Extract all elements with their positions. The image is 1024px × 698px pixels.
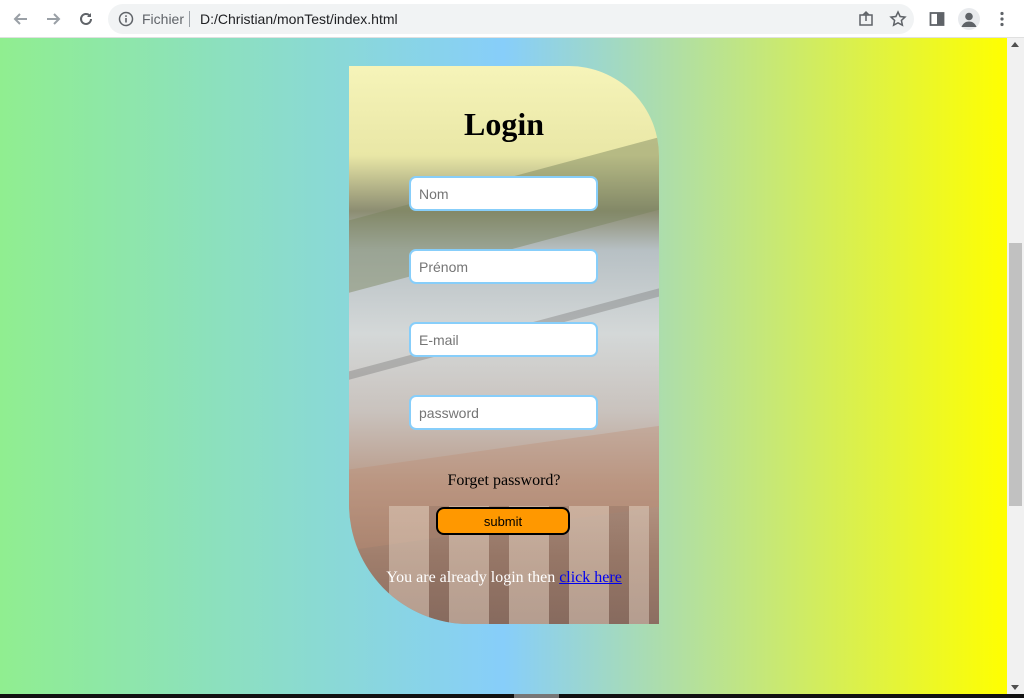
login-card: Login Forget password? submit You are al… xyxy=(349,66,659,624)
address-bar[interactable]: Fichier D:/Christian/monTest/index.html xyxy=(108,4,914,34)
click-here-link[interactable]: click here xyxy=(559,569,622,586)
submit-button[interactable]: submit xyxy=(436,507,570,535)
password-field[interactable] xyxy=(409,395,598,430)
scroll-up-icon[interactable] xyxy=(1011,42,1019,47)
scroll-thumb[interactable] xyxy=(1009,243,1022,506)
divider xyxy=(189,11,190,27)
browser-toolbar: Fichier D:/Christian/monTest/index.html xyxy=(0,0,1024,38)
prenom-input[interactable] xyxy=(411,251,596,282)
email-field[interactable] xyxy=(409,322,598,357)
back-arrow-icon[interactable] xyxy=(9,7,33,31)
reload-icon[interactable] xyxy=(74,7,98,31)
scheme-label: Fichier xyxy=(142,11,185,27)
prenom-field[interactable] xyxy=(409,249,598,284)
forward-arrow-icon[interactable] xyxy=(41,7,65,31)
sidebar-icon[interactable] xyxy=(925,7,949,31)
share-icon[interactable] xyxy=(856,9,876,29)
nom-field[interactable] xyxy=(409,176,598,211)
profile-icon[interactable] xyxy=(957,7,981,31)
url-text[interactable]: D:/Christian/monTest/index.html xyxy=(200,10,398,28)
already-login-label: You are already login then xyxy=(386,569,556,586)
page-background: Login Forget password? submit You are al… xyxy=(0,38,1007,694)
email-input[interactable] xyxy=(411,324,596,355)
taskbar-indicator xyxy=(514,694,559,698)
vertical-scrollbar[interactable] xyxy=(1007,38,1024,694)
forget-password-link[interactable]: Forget password? xyxy=(349,472,659,490)
password-input[interactable] xyxy=(411,397,596,428)
nom-input[interactable] xyxy=(411,178,596,209)
info-icon[interactable] xyxy=(118,11,134,27)
login-title: Login xyxy=(463,106,545,142)
taskbar-edge xyxy=(0,694,1024,698)
menu-icon[interactable] xyxy=(990,7,1014,31)
scroll-down-icon[interactable] xyxy=(1011,685,1019,690)
already-login-text: You are already login then click here xyxy=(349,569,659,587)
star-icon[interactable] xyxy=(888,9,908,29)
